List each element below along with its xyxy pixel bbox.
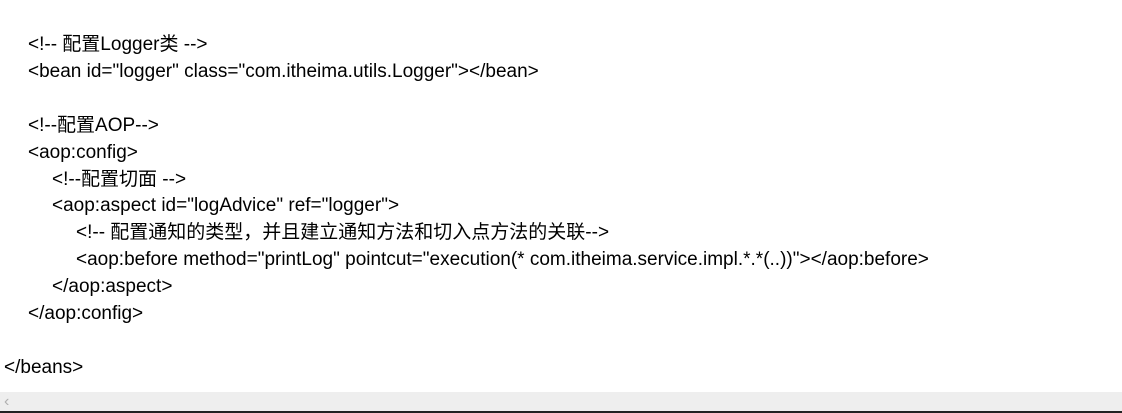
code-line-aop-aspect-close: </aop:aspect>: [52, 276, 173, 297]
code-line-aop-before: <aop:before method="printLog" pointcut="…: [76, 249, 929, 270]
horizontal-scrollbar[interactable]: ‹: [0, 392, 1122, 413]
code-line-comment-advice: <!-- 配置通知的类型，并且建立通知方法和切入点方法的关联-->: [76, 222, 610, 243]
code-line-aop-config-close: </aop:config>: [28, 303, 144, 324]
code-line-aop-aspect-open: <aop:aspect id="logAdvice" ref="logger">: [52, 195, 400, 216]
code-line-comment-logger: <!-- 配置Logger类 -->: [28, 34, 208, 55]
code-line-comment-aop: <!--配置AOP-->: [28, 115, 159, 136]
code-line-bean-logger: <bean id="logger" class="com.itheima.uti…: [28, 61, 539, 82]
code-line-comment-aspect: <!--配置切面 -->: [52, 169, 187, 190]
chevron-left-icon[interactable]: ‹: [4, 392, 9, 411]
code-line-beans-close: </beans>: [4, 357, 84, 378]
code-line-aop-config-open: <aop:config>: [28, 142, 138, 163]
